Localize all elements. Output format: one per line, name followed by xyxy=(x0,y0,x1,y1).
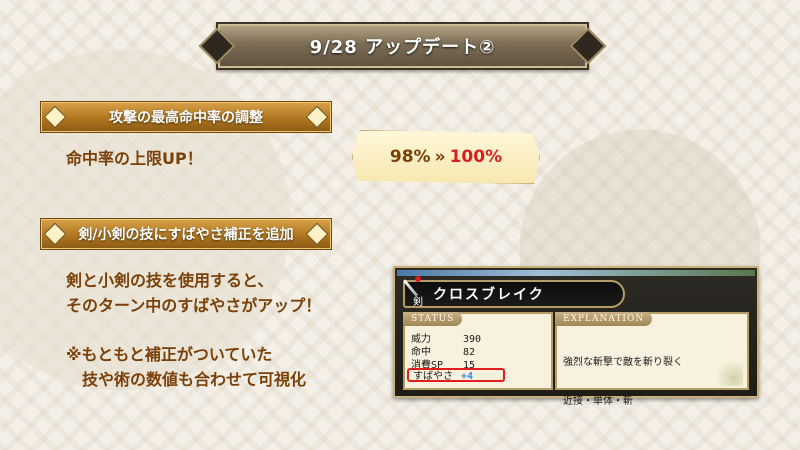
title-banner: 9/28 アップデート② xyxy=(198,22,607,70)
old-hit-rate: 98% xyxy=(389,147,431,167)
status-panel: STATUS 威力 390 命中 82 消費SP 15 すばやさ +4 xyxy=(403,312,553,390)
skill-name-bar: 剣 クロスブレイク xyxy=(402,276,625,310)
explanation-panel: EXPLANATION 強烈な斬撃で敵を斬り裂く 近接・単体・斬 xyxy=(555,312,749,407)
ornament-icon xyxy=(43,222,67,246)
sword-icon: 剣 xyxy=(402,276,431,310)
leaf-decoration xyxy=(713,360,743,386)
description-line: 剣と小剣の技を使用すると、 xyxy=(66,271,274,290)
explanation-line: 近接・単体・斬 xyxy=(563,396,633,407)
status-tab: STATUS xyxy=(403,312,463,326)
agility-note: ※もともと補正がついていた 技や術の数値も合わせて可視化 xyxy=(66,342,306,392)
game-top-bar xyxy=(397,270,755,276)
agility-value: +4 xyxy=(461,371,474,382)
section-header-text: 攻撃の最高命中率の調整 xyxy=(109,110,263,126)
note-line: ※もともと補正がついていた xyxy=(66,345,273,364)
note-line: 技や術の数値も合わせて可視化 xyxy=(66,370,307,389)
new-hit-rate: 100% xyxy=(449,147,503,167)
hit-rate-description: 命中率の上限UP！ xyxy=(66,149,203,168)
ornament-icon xyxy=(305,222,329,246)
agility-description: 剣と小剣の技を使用すると、 そのターン中のすばやさがアップ！ xyxy=(66,268,321,318)
explanation-text: 強烈な斬撃で敵を斬り裂く 近接・単体・斬 xyxy=(563,330,683,434)
explanation-tab: EXPLANATION xyxy=(555,312,653,326)
arrow-separator: » xyxy=(434,147,446,167)
section-header-agility: 剣/小剣の技にすばやさ補正を追加 xyxy=(40,218,332,250)
section-header-hit-rate: 攻撃の最高命中率の調整 xyxy=(40,101,332,133)
description-line: そのターン中のすばやさがアップ！ xyxy=(66,296,322,315)
ornament-icon xyxy=(43,105,67,129)
skill-name: クロスブレイク xyxy=(433,287,545,303)
page-title: 9/28 アップデート② xyxy=(309,37,496,58)
hit-rate-callout: 98% » 100% xyxy=(352,130,540,184)
section-header-text: 剣/小剣の技にすばやさ補正を追加 xyxy=(78,227,294,243)
sword-gem xyxy=(415,276,421,282)
explanation-line: 強烈な斬撃で敵を斬り裂く xyxy=(563,357,683,368)
weapon-type-glyph: 剣 xyxy=(413,297,423,308)
agility-bonus-highlight: すばやさ +4 xyxy=(407,368,505,382)
game-skill-window: 剣 クロスブレイク STATUS 威力 390 命中 82 消費SP 15 すばやさ +… xyxy=(393,266,759,407)
agility-label: すばやさ xyxy=(413,371,453,382)
ornament-icon xyxy=(305,105,329,129)
